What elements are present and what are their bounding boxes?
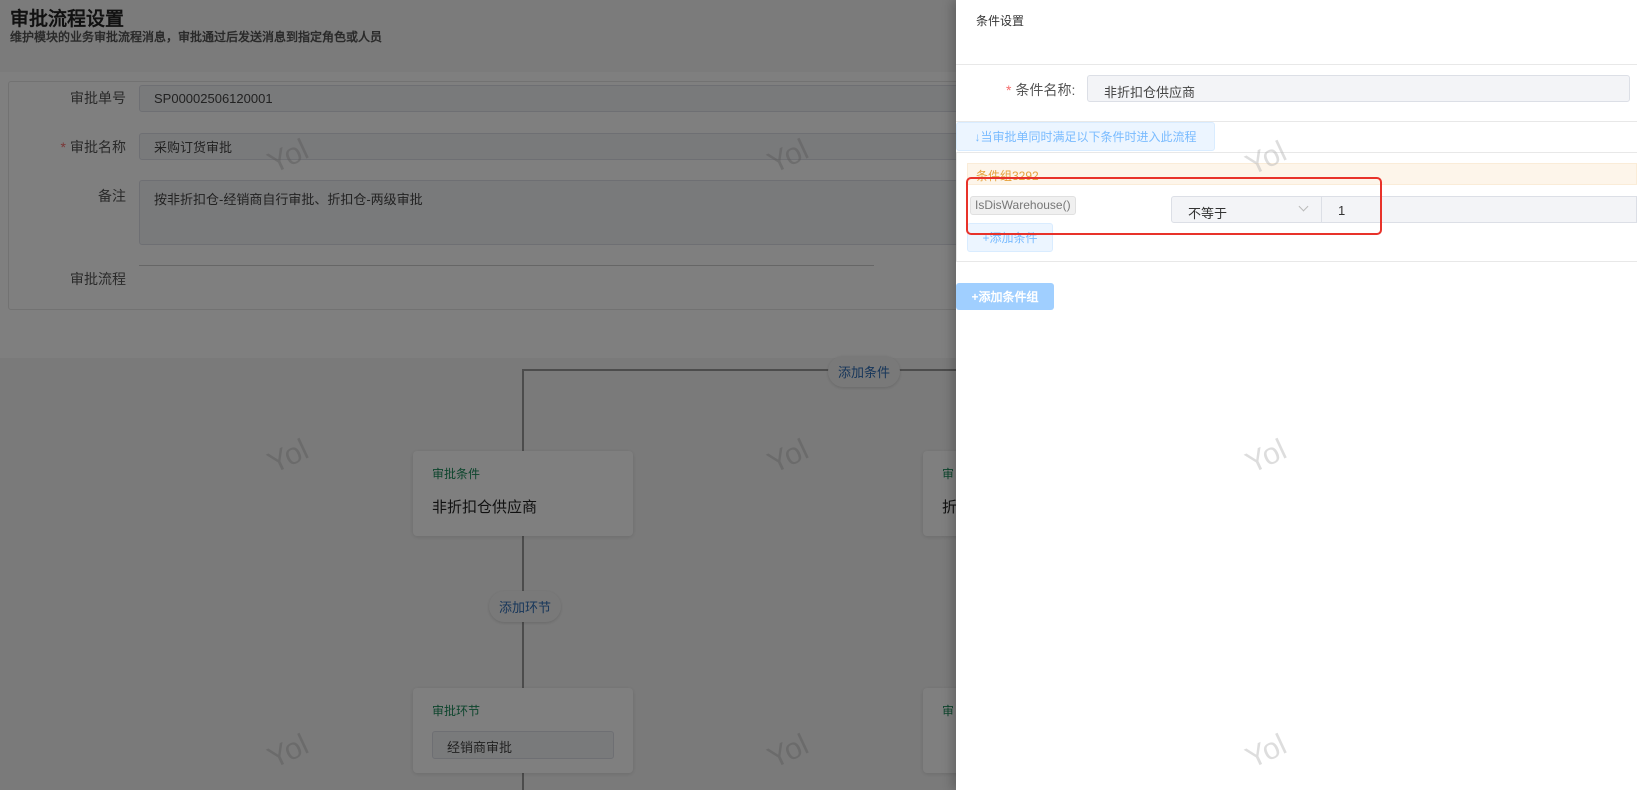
condition-drawer: 条件设置 * 条件名称: 非折扣仓供应商 ↓当审批单同时满足以下条件时进入此流程 …	[956, 0, 1637, 790]
condition-name-label: * 条件名称:	[1006, 80, 1075, 100]
add-condition-group-button[interactable]: +添加条件组	[956, 283, 1054, 310]
divider	[956, 64, 1637, 65]
condition-name-label-text: 条件名称:	[1015, 82, 1076, 98]
watermark: Yol	[1240, 433, 1292, 481]
watermark: Yol	[1240, 728, 1292, 776]
highlight-box	[966, 177, 1382, 235]
condition-name-input[interactable]: 非折扣仓供应商	[1087, 75, 1630, 102]
required-mark: *	[1006, 82, 1012, 98]
drawer-title: 条件设置	[976, 14, 1025, 28]
condition-notice: ↓当审批单同时满足以下条件时进入此流程	[956, 122, 1215, 151]
